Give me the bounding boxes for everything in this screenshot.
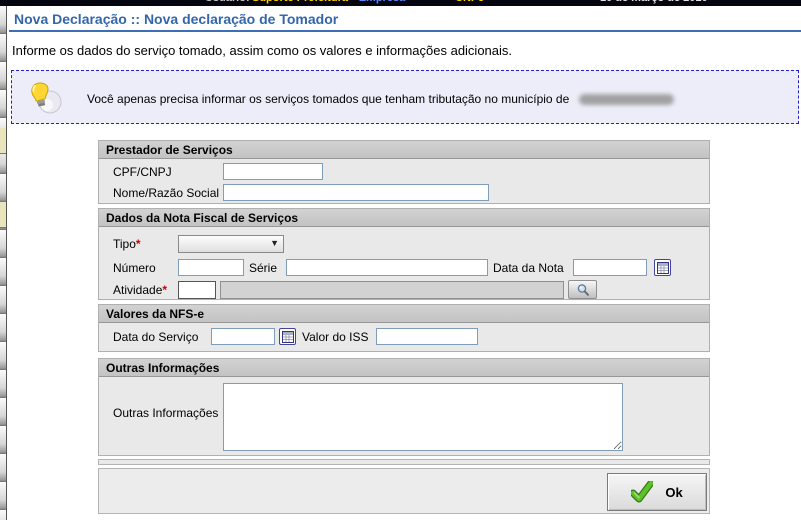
numero-label: Número — [113, 260, 156, 277]
tipo-label-text: Tipo — [113, 237, 136, 251]
check-icon — [631, 481, 653, 503]
atividade-input[interactable] — [178, 281, 216, 299]
topbar-cnpj-label: CNPJ — [455, 0, 484, 4]
serie-label: Série — [249, 260, 277, 277]
notice-text: Você apenas precisa informar os serviços… — [87, 92, 674, 106]
nome-razao-input[interactable] — [223, 184, 489, 201]
section-prestador: Prestador de Serviços CPF/CNPJ Nome/Razã… — [98, 140, 710, 204]
left-menu-highlight-item — [0, 202, 6, 228]
outras-informacoes-textarea[interactable] — [223, 383, 623, 451]
button-bar: Ok — [98, 468, 710, 514]
cpf-cnpj-label: CPF/CNPJ — [113, 164, 172, 181]
valor-iss-input[interactable] — [376, 328, 478, 345]
nome-razao-label: Nome/Razão Social — [113, 185, 219, 202]
numero-input[interactable] — [178, 259, 244, 276]
notice-text-content: Você apenas precisa informar os serviços… — [87, 92, 569, 106]
section-valores-title: Valores da NFS-e — [99, 305, 709, 323]
lightbulb-icon — [28, 80, 64, 116]
topbar-company-label: - Empresa — [352, 0, 405, 4]
redacted-municipality — [579, 94, 674, 105]
serie-input[interactable] — [286, 259, 488, 276]
atividade-search-button[interactable] — [568, 280, 597, 299]
tipo-required-marker: * — [136, 237, 141, 251]
atividade-label: Atividade* — [113, 282, 167, 299]
top-header-bar: Usuário: Suporte Prefeitura - Empresa CN… — [0, 0, 801, 6]
section-nota-fiscal: Dados da Nota Fiscal de Serviços Tipo* ▼… — [98, 208, 710, 300]
tipo-select[interactable] — [178, 235, 284, 253]
data-nota-calendar-button[interactable] — [654, 259, 671, 276]
atividade-label-text: Atividade — [113, 283, 162, 297]
section-valores: Valores da NFS-e Data do Serviço Valor d… — [98, 304, 710, 352]
topbar-user-name: Suporte Prefeitura — [252, 0, 348, 4]
data-nota-input[interactable] — [573, 259, 647, 276]
form-footer-divider — [98, 459, 710, 465]
atividade-required-marker: * — [162, 283, 167, 297]
search-icon — [576, 283, 590, 297]
section-outras: Outras Informações Outras Informações — [98, 358, 710, 456]
data-servico-input[interactable] — [211, 328, 275, 345]
ok-button[interactable]: Ok — [607, 473, 707, 511]
section-outras-title: Outras Informações — [99, 359, 709, 377]
topbar-date: 10 de março de 2010 — [600, 0, 708, 4]
page-title: Nova Declaração :: Nova declaração de To… — [14, 11, 338, 27]
tipo-select-wrap: ▼ — [178, 235, 284, 253]
data-nota-label: Data da Nota — [493, 260, 564, 277]
outras-informacoes-label: Outras Informações — [113, 405, 218, 422]
left-menu-highlight-item — [0, 128, 6, 154]
cpf-cnpj-input[interactable] — [223, 163, 323, 180]
topbar-user-label: Usuário: — [205, 0, 250, 4]
screen: Usuário: Suporte Prefeitura - Empresa CN… — [0, 0, 801, 520]
notice-box: Você apenas precisa informar os serviços… — [11, 70, 799, 124]
left-menu-edge — [0, 6, 7, 520]
title-divider — [9, 30, 801, 32]
valor-iss-label: Valor do ISS — [302, 329, 368, 346]
intro-text: Informe os dados do serviço tomado, assi… — [12, 43, 512, 58]
section-nota-fiscal-title: Dados da Nota Fiscal de Serviços — [99, 209, 709, 227]
ok-button-label: Ok — [665, 485, 682, 500]
tipo-label: Tipo* — [113, 236, 141, 253]
calendar-icon — [282, 331, 294, 343]
data-servico-label: Data do Serviço — [113, 329, 198, 346]
atividade-descricao-field — [220, 281, 564, 299]
calendar-icon — [657, 262, 669, 274]
data-servico-calendar-button[interactable] — [279, 328, 296, 345]
section-prestador-title: Prestador de Serviços — [99, 141, 709, 159]
